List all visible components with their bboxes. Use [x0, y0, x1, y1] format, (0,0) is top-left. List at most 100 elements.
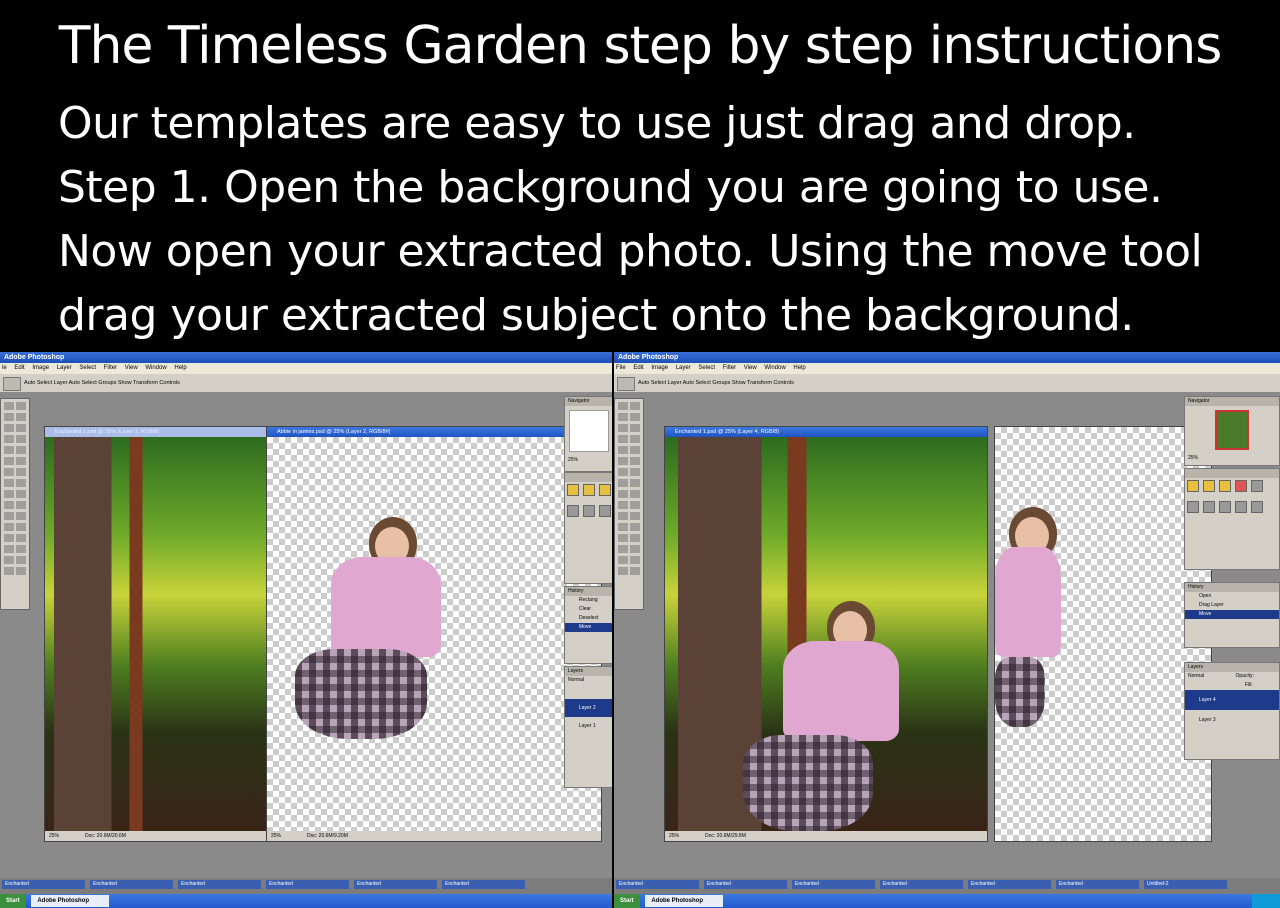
move-options: Auto Select Layer Auto Select Groups Sho…: [638, 380, 794, 386]
minimized-window[interactable]: Enchanted: [90, 880, 173, 889]
history-item-selected[interactable]: Move: [565, 623, 612, 632]
menu-file[interactable]: File: [616, 365, 626, 371]
zoom-readout: 25%: [271, 833, 282, 839]
move-options: Auto Select Layer Auto Select Groups Sho…: [24, 380, 180, 386]
menu-image[interactable]: Image: [32, 365, 49, 371]
history-panel[interactable]: History Rectang Clear Deselect Move: [564, 586, 612, 664]
layer-row-selected[interactable]: Layer 2: [565, 699, 612, 717]
layer-row[interactable]: Layer 1: [565, 717, 612, 735]
start-button[interactable]: Start: [614, 894, 640, 908]
menu-help[interactable]: Help: [174, 365, 186, 371]
menu-window[interactable]: Window: [764, 365, 785, 371]
minimized-window[interactable]: Enchanted: [266, 880, 349, 889]
layers-tab[interactable]: Layers: [1185, 663, 1279, 672]
minimized-window[interactable]: Untitled-2: [1144, 880, 1227, 889]
navigator-panel[interactable]: Navigator 25%: [564, 396, 612, 472]
document-title: Enchanted 1.psd @ 25% (Layer 3, RGB/8): [45, 427, 267, 437]
move-tool-icon[interactable]: [617, 377, 635, 391]
zoom-field[interactable]: 25%: [1185, 454, 1279, 463]
menu-file[interactable]: le: [2, 365, 7, 371]
instruction-line-2: Step 1. Open the background you are goin…: [58, 162, 1163, 213]
minimized-window[interactable]: Enchanted: [1056, 880, 1139, 889]
minimized-window[interactable]: Enchanted: [354, 880, 437, 889]
menu-view[interactable]: View: [125, 365, 138, 371]
navigator-tab[interactable]: Navigator: [565, 397, 612, 406]
menu-image[interactable]: Image: [651, 365, 668, 371]
history-tab[interactable]: History: [565, 587, 612, 596]
menu-select[interactable]: Select: [79, 365, 96, 371]
transparent-canvas: [267, 437, 601, 831]
document-enchanted[interactable]: Enchanted 1.psd @ 25% (Layer 3, RGB/8) 2…: [44, 426, 268, 842]
document-abbie[interactable]: Abbie in jamies.psd @ 25% (Layer 2, RGB/…: [266, 426, 602, 842]
minimized-window[interactable]: Enchanted: [968, 880, 1051, 889]
history-item-selected[interactable]: Move: [1185, 610, 1279, 619]
history-item[interactable]: Clear: [565, 605, 612, 614]
minimized-window[interactable]: Enchanted: [178, 880, 261, 889]
history-item[interactable]: Drag Layer: [1185, 601, 1279, 610]
doc-size: Doc: 20.6M/20.6M: [85, 833, 126, 839]
windows-taskbar: Enchanted Enchanted Enchanted Enchanted Ench…: [0, 878, 612, 908]
document-status: 25% Doc: 20.6M/9.20M: [267, 831, 601, 841]
menu-edit[interactable]: Edit: [14, 365, 24, 371]
zoom-field[interactable]: 25%: [565, 456, 612, 465]
move-tool-icon[interactable]: [3, 377, 21, 391]
blend-mode-select[interactable]: Normal: [1188, 673, 1204, 679]
history-item[interactable]: Deselect: [565, 614, 612, 623]
menu-filter[interactable]: Filter: [104, 365, 117, 371]
layers-tab[interactable]: Layers: [565, 667, 612, 676]
photoshop-screenshot-left: Adobe Photoshop le Edit Image Layer Sele…: [0, 352, 612, 908]
minimized-window[interactable]: Enchanted: [792, 880, 875, 889]
workspace: Enchanted 1.psd @ 25% (Layer 4, RGB/8) 2…: [614, 392, 1280, 878]
options-bar: Auto Select Layer Auto Select Groups Sho…: [0, 374, 612, 393]
extracted-subject-photo[interactable]: [285, 517, 445, 757]
app-title-bar: Adobe Photoshop: [0, 352, 612, 363]
menu-view[interactable]: View: [744, 365, 757, 371]
navigator-panel[interactable]: Navigator 25%: [1184, 396, 1280, 466]
history-item[interactable]: Open: [1185, 592, 1279, 601]
menu-window[interactable]: Window: [145, 365, 166, 371]
menu-edit[interactable]: Edit: [633, 365, 643, 371]
toolbox[interactable]: [614, 398, 644, 610]
placed-subject-photo[interactable]: [743, 601, 903, 831]
layer-row[interactable]: Layer 3: [1185, 710, 1279, 730]
taskbar-strip: Start Adobe Photoshop: [0, 894, 612, 908]
menu-select[interactable]: Select: [698, 365, 715, 371]
app-title-bar: Adobe Photoshop: [614, 352, 1280, 363]
start-button[interactable]: Start: [0, 894, 26, 908]
menu-help[interactable]: Help: [793, 365, 805, 371]
minimized-window[interactable]: Enchanted: [442, 880, 525, 889]
document-abbie-background[interactable]: [994, 426, 1212, 842]
swatches-panel[interactable]: [1184, 468, 1280, 570]
history-panel[interactable]: History Open Drag Layer Move: [1184, 582, 1280, 648]
menu-layer[interactable]: Layer: [676, 365, 691, 371]
menu-layer[interactable]: Layer: [57, 365, 72, 371]
minimized-window[interactable]: Enchanted: [2, 880, 85, 889]
taskbar-app-button[interactable]: Adobe Photoshop: [31, 895, 110, 907]
menu-filter[interactable]: Filter: [723, 365, 736, 371]
document-enchanted[interactable]: Enchanted 1.psd @ 25% (Layer 4, RGB/8) 2…: [664, 426, 988, 842]
minimized-window[interactable]: Enchanted: [616, 880, 699, 889]
navigator-tab[interactable]: Navigator: [1185, 397, 1279, 406]
instruction-line-1: Our templates are easy to use just drag …: [58, 98, 1136, 149]
minimized-window[interactable]: Enchanted: [880, 880, 963, 889]
doc-size: Doc: 20.6M/9.20M: [307, 833, 348, 839]
extracted-subject-photo: [995, 507, 1075, 737]
layers-panel[interactable]: Layers Normal Opacity: Fill: Layer 4 Lay…: [1184, 662, 1280, 760]
windows-taskbar: Enchanted Enchanted Enchanted Enchanted Ench…: [614, 878, 1280, 908]
taskbar-app-button[interactable]: Adobe Photoshop: [645, 895, 724, 907]
layer-row-selected[interactable]: Layer 4: [1185, 690, 1279, 710]
forest-background-image: [45, 437, 267, 831]
system-tray: [1252, 894, 1280, 908]
history-tab[interactable]: History: [1185, 583, 1279, 592]
toolbox[interactable]: [0, 398, 30, 610]
taskbar-strip: Start Adobe Photoshop: [614, 894, 1280, 908]
minimized-window[interactable]: Enchanted: [704, 880, 787, 889]
document-status: 25% Doc: 20.6M/20.6M: [45, 831, 267, 841]
minimized-windows: Enchanted Enchanted Enchanted Enchanted Ench…: [0, 878, 612, 891]
instruction-line-4: drag your extracted subject onto the bac…: [58, 290, 1134, 341]
history-item[interactable]: Rectang: [565, 596, 612, 605]
blend-mode-select[interactable]: Normal: [565, 676, 612, 685]
swatches-panel[interactable]: [564, 472, 612, 584]
layers-panel[interactable]: Layers Normal Layer 2 Layer 1: [564, 666, 612, 788]
document-status: 25% Doc: 20.6M/29.8M: [665, 831, 987, 841]
